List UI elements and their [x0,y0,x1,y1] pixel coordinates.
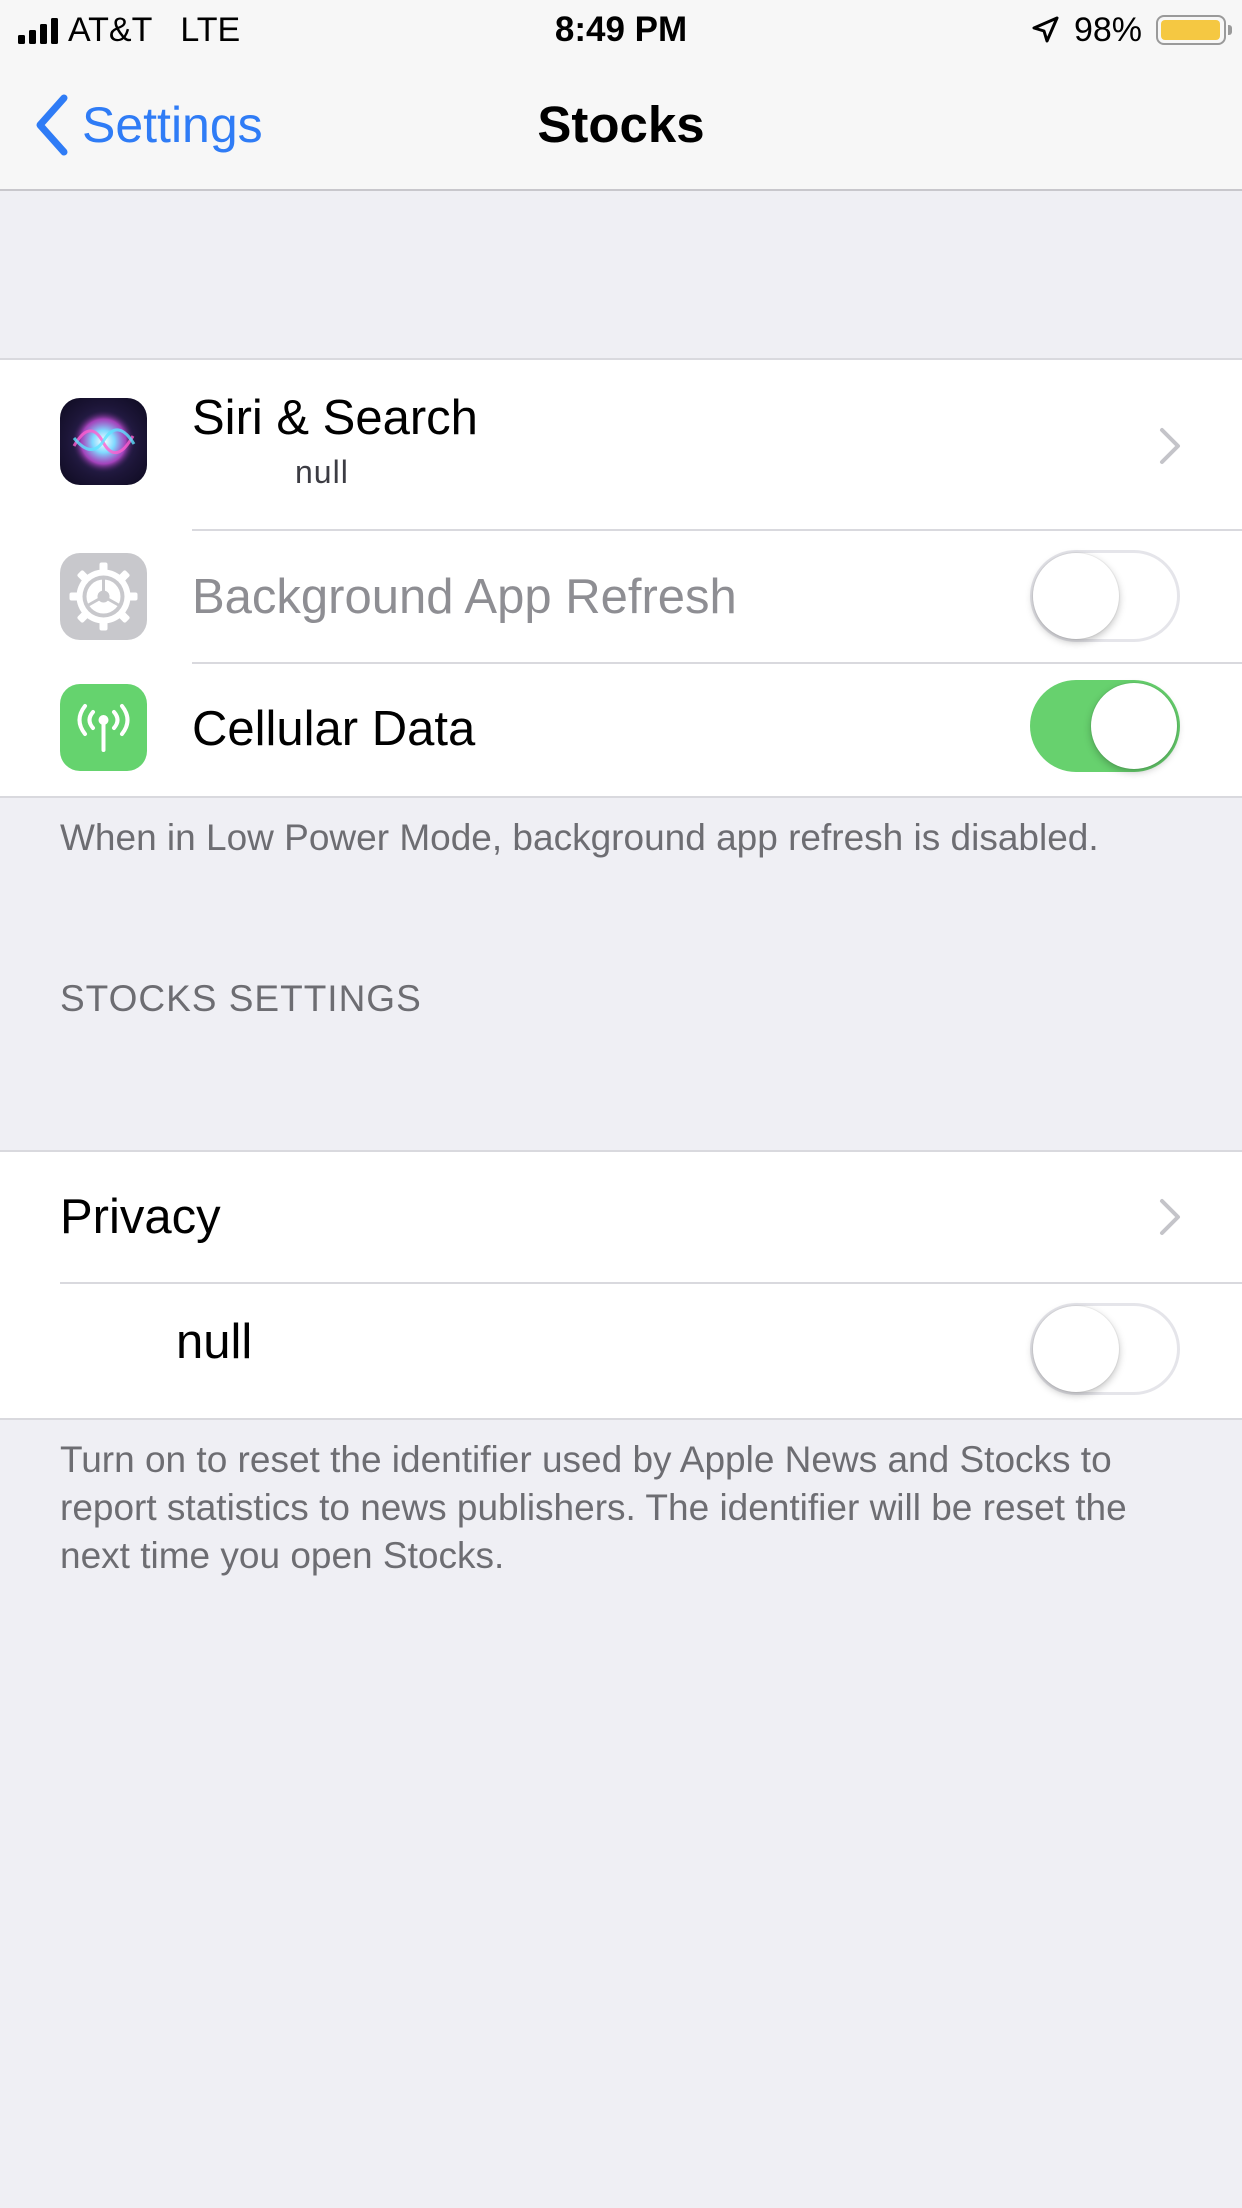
app-settings-group: Siri & Search null Background App Refres… [0,358,1242,798]
siri-icon [60,398,147,485]
background-refresh-row: Background App Refresh [0,531,1242,662]
chevron-right-icon [1160,1199,1180,1235]
siri-search-sublabel: null [295,454,349,490]
siri-search-label: Siri & Search [192,391,478,445]
background-refresh-label: Background App Refresh [192,570,737,624]
stocks-settings-group: Privacy null [0,1150,1242,1420]
page-title: Stocks [537,96,705,153]
siri-search-row[interactable]: Siri & Search null [0,360,1242,530]
battery-percent: 98% [1073,10,1142,49]
low-power-footnote: When in Low Power Mode, background app r… [60,817,1099,858]
privacy-row[interactable]: Privacy [0,1152,1242,1282]
background-refresh-toggle[interactable] [1030,550,1180,642]
reset-identifier-footnote: Turn on to reset the identifier used by … [60,1439,1127,1576]
battery-fill [1161,20,1220,40]
status-bar: AT&T LTE 8:49 PM 98% [0,0,1242,60]
reset-identifier-toggle[interactable] [1030,1303,1180,1395]
navigation-bar: Settings Stocks [0,60,1242,191]
toggle-knob [1033,1306,1119,1392]
cellular-data-label: Cellular Data [192,702,476,756]
battery-icon [1156,15,1232,45]
toggle-knob [1033,553,1119,639]
cellular-data-toggle[interactable] [1030,680,1180,772]
reset-identifier-row: null [0,1284,1242,1416]
chevron-right-icon [1160,428,1180,464]
gear-icon [60,553,147,640]
cellular-data-row: Cellular Data [0,664,1242,794]
status-right: 98% [1030,8,1232,52]
privacy-label: Privacy [60,1190,221,1244]
section-header: STOCKS SETTINGS [60,978,422,1019]
toggle-knob [1091,683,1177,769]
reset-identifier-label: null [176,1315,253,1369]
antenna-icon [60,684,147,771]
location-arrow-icon [1032,16,1059,43]
